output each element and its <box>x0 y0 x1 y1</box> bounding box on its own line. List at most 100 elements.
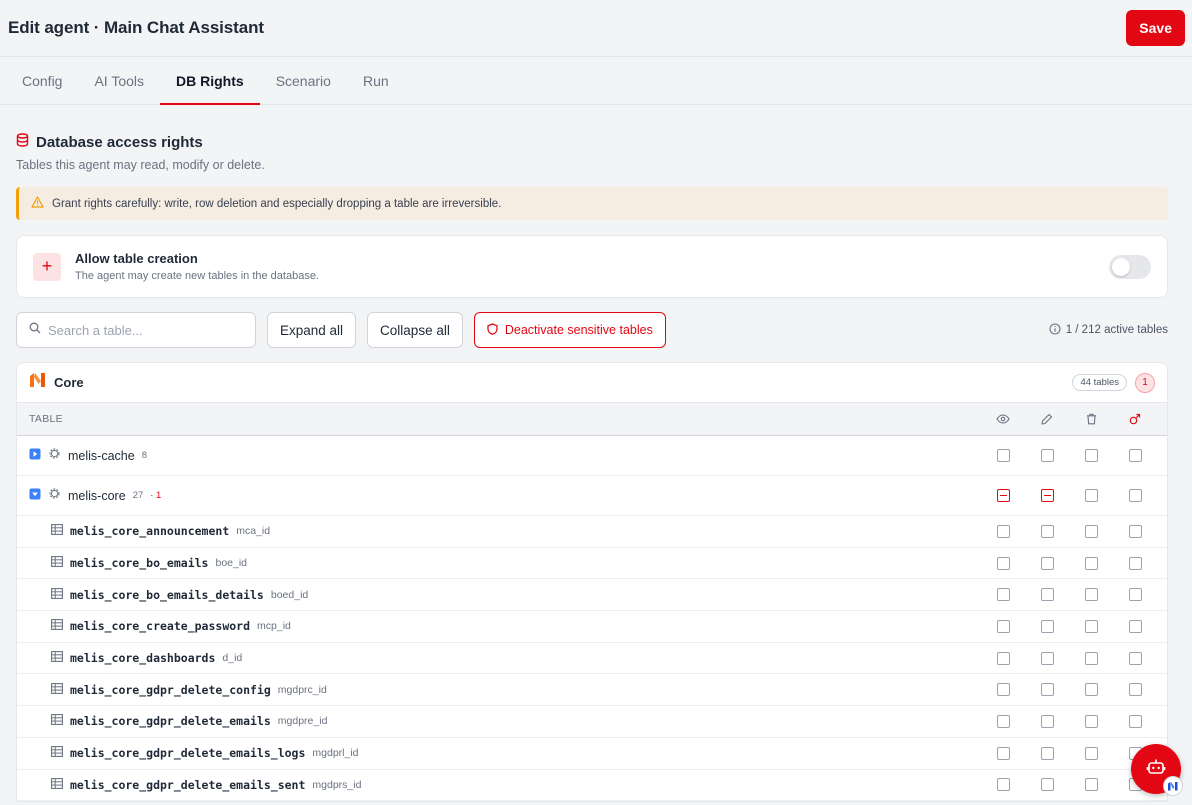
table-row[interactable]: melis_core_gdpr_delete_emails_logs mgdprl… <box>17 738 1167 770</box>
search-input[interactable] <box>48 322 238 338</box>
delete-checkbox[interactable] <box>1084 449 1098 462</box>
read-checkbox[interactable] <box>996 449 1010 462</box>
read-checkbox[interactable] <box>996 556 1010 570</box>
drop-cell <box>1113 651 1157 665</box>
db-row-melis-core[interactable]: melis-core 27 · 1 <box>17 476 1167 516</box>
write-checkbox[interactable] <box>1040 778 1054 792</box>
write-checkbox[interactable] <box>1040 524 1054 538</box>
table-permission-cells <box>981 524 1157 538</box>
table-row[interactable]: melis_core_bo_emails_details boed_id <box>17 579 1167 612</box>
search-icon <box>29 321 41 339</box>
write-checkbox[interactable] <box>1040 746 1054 760</box>
read-checkbox[interactable] <box>996 778 1010 792</box>
table-rows: melis_core_announcement mca_id melis_core_… <box>17 516 1167 802</box>
drop-checkbox[interactable] <box>1128 683 1142 697</box>
table-row[interactable]: melis_core_gdpr_delete_config mgdprc_id <box>17 674 1167 707</box>
expand-icon[interactable] <box>29 447 41 465</box>
expand-all-button[interactable]: Expand all <box>267 312 357 348</box>
drop-checkbox[interactable] <box>1128 449 1142 462</box>
table-row[interactable]: melis_core_create_password mcp_id <box>17 611 1167 643</box>
delete-checkbox[interactable] <box>1084 619 1098 633</box>
delete-cell <box>1069 619 1113 633</box>
table-row[interactable]: melis_core_dashboards d_id <box>17 643 1167 675</box>
database-icon <box>16 133 29 152</box>
drop-checkbox[interactable] <box>1128 619 1142 633</box>
write-cell <box>1025 746 1069 760</box>
table-row[interactable]: melis_core_gdpr_delete_emails_sent mgdprs… <box>17 770 1167 802</box>
read-checkbox[interactable] <box>996 746 1010 760</box>
delete-checkbox[interactable] <box>1084 489 1098 502</box>
melis-logo-icon <box>29 372 48 393</box>
table-row[interactable]: melis_core_bo_emails boe_id <box>17 548 1167 580</box>
table-icon <box>51 617 63 635</box>
table-permission-cells <box>981 714 1157 728</box>
table-primary-key: d_id <box>222 652 243 665</box>
table-creation-texts: Allow table creation The agent may creat… <box>75 251 1109 282</box>
tab-scenario[interactable]: Scenario <box>260 57 347 104</box>
page-header: Edit agent · Main Chat Assistant Save <box>0 0 1192 57</box>
table-primary-key: mca_id <box>236 525 271 538</box>
delete-checkbox[interactable] <box>1084 524 1098 538</box>
group-header[interactable]: Core 44 tables 1 <box>17 363 1167 403</box>
table-row[interactable]: melis_core_gdpr_delete_emails mgdpre_id <box>17 706 1167 738</box>
write-cell <box>1025 714 1069 728</box>
deactivate-sensitive-button[interactable]: Deactivate sensitive tables <box>473 312 666 348</box>
drop-checkbox[interactable] <box>1128 489 1142 502</box>
table-row-main: melis_core_gdpr_delete_emails_sent mgdprs… <box>51 776 981 794</box>
collapse-all-button[interactable]: Collapse all <box>367 312 463 348</box>
db-table-count: 27 <box>132 490 144 501</box>
delete-cell <box>1069 746 1113 760</box>
group-tables-count: 44 tables <box>1072 374 1127 391</box>
read-checkbox[interactable] <box>996 588 1010 602</box>
delete-checkbox[interactable] <box>1084 714 1098 728</box>
drop-checkbox[interactable] <box>1128 524 1142 538</box>
delete-cell <box>1069 556 1113 570</box>
write-checkbox-partial[interactable] <box>1040 489 1054 502</box>
db-row-melis-cache[interactable]: melis-cache 8 <box>17 436 1167 476</box>
table-row[interactable]: melis_core_announcement mca_id <box>17 516 1167 548</box>
delete-checkbox[interactable] <box>1084 778 1098 792</box>
read-checkbox-partial[interactable] <box>996 489 1010 502</box>
drop-checkbox[interactable] <box>1128 714 1142 728</box>
delete-checkbox[interactable] <box>1084 651 1098 665</box>
tab-run[interactable]: Run <box>347 57 405 104</box>
permission-columns <box>981 413 1157 425</box>
drop-checkbox[interactable] <box>1128 556 1142 570</box>
table-primary-key: boed_id <box>270 588 309 601</box>
tab-db-rights[interactable]: DB Rights <box>160 57 260 105</box>
delete-checkbox[interactable] <box>1084 556 1098 570</box>
write-checkbox[interactable] <box>1040 683 1054 697</box>
table-creation-toggle[interactable] <box>1109 254 1151 279</box>
write-checkbox[interactable] <box>1040 449 1054 462</box>
collapse-icon[interactable] <box>29 487 41 505</box>
table-name: melis_core_bo_emails_details <box>70 587 264 602</box>
write-checkbox[interactable] <box>1040 714 1054 728</box>
write-checkbox[interactable] <box>1040 556 1054 570</box>
active-count-text: 1 / 212 active tables <box>1065 324 1168 336</box>
delete-checkbox[interactable] <box>1084 746 1098 760</box>
drop-cell <box>1113 449 1157 462</box>
table-creation-title: Allow table creation <box>75 251 198 266</box>
assistant-bot-button[interactable] <box>1131 744 1183 796</box>
write-checkbox[interactable] <box>1040 651 1054 665</box>
read-checkbox[interactable] <box>996 714 1010 728</box>
write-checkbox[interactable] <box>1040 588 1054 602</box>
read-checkbox[interactable] <box>996 619 1010 633</box>
table-primary-key: mgdprc_id <box>277 683 327 696</box>
save-button[interactable]: Save <box>1126 10 1185 46</box>
delete-checkbox[interactable] <box>1084 683 1098 697</box>
delete-cell <box>1069 449 1113 462</box>
read-checkbox[interactable] <box>996 524 1010 538</box>
drop-checkbox[interactable] <box>1128 588 1142 602</box>
table-row-main: melis_core_gdpr_delete_emails mgdpre_id <box>51 712 981 730</box>
write-checkbox[interactable] <box>1040 619 1054 633</box>
deactivate-sensitive-label: Deactivate sensitive tables <box>504 323 653 337</box>
table-name: melis_core_gdpr_delete_config <box>70 682 271 697</box>
tab-ai-tools[interactable]: AI Tools <box>78 57 160 104</box>
tab-bar: Config AI Tools DB Rights Scenario Run <box>0 57 1192 105</box>
tab-config[interactable]: Config <box>6 57 78 104</box>
read-checkbox[interactable] <box>996 683 1010 697</box>
delete-checkbox[interactable] <box>1084 588 1098 602</box>
read-checkbox[interactable] <box>996 651 1010 665</box>
drop-checkbox[interactable] <box>1128 651 1142 665</box>
